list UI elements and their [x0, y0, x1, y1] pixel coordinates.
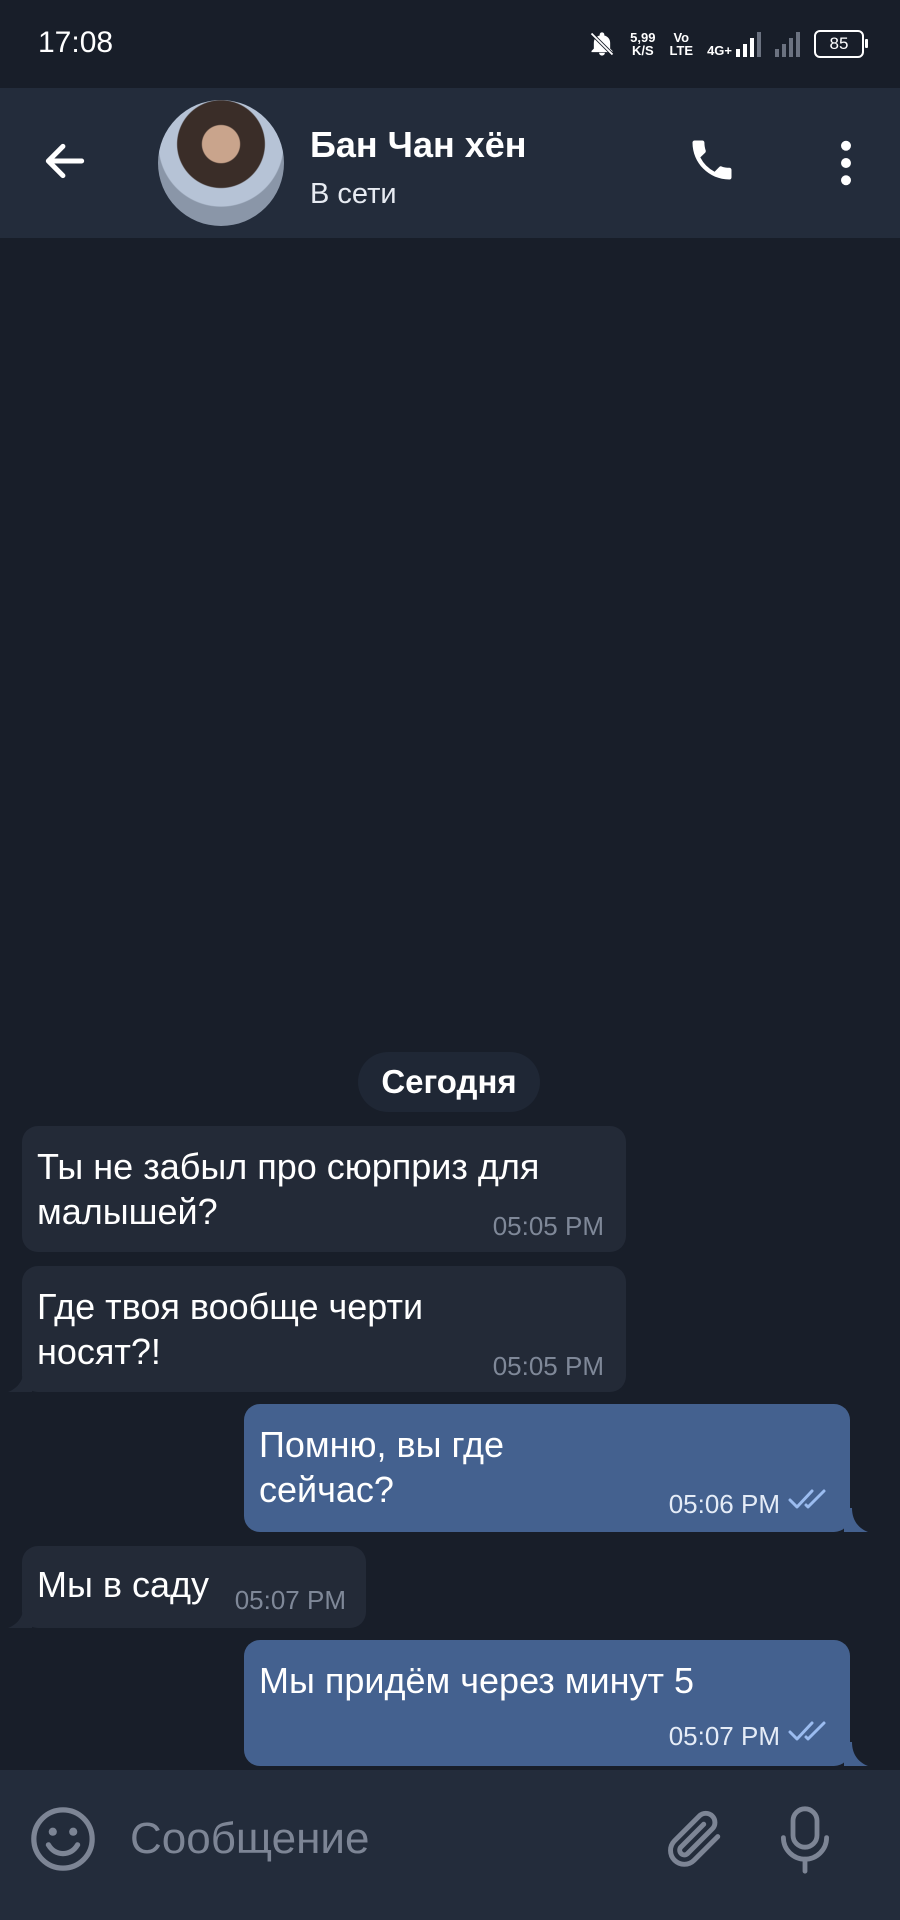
volte-bottom: LTE	[669, 43, 694, 58]
message-line: носят?!	[37, 1331, 161, 1372]
message-composer: Сообщение	[0, 1770, 900, 1920]
status-bar: 17:08 5,99 K/S Vo LTE 4G+ 85	[0, 0, 900, 88]
signal-bars-icon	[736, 31, 761, 57]
status-time: 17:08	[38, 26, 114, 59]
message-bubble-outgoing[interactable]: Мы придём через минут 5 05:07 PM	[244, 1640, 868, 1766]
battery-level: 85	[829, 34, 849, 53]
message-line: Мы придём через минут 5	[259, 1660, 695, 1701]
phone-icon[interactable]	[686, 134, 738, 186]
signal-bars-2-icon	[775, 31, 800, 57]
bubble-tail	[844, 1742, 868, 1766]
double-check-icon	[788, 1489, 826, 1509]
message-time: 05:05 PM	[492, 1211, 604, 1241]
message-time: 05:06 PM	[668, 1489, 780, 1519]
message-time: 05:05 PM	[492, 1351, 604, 1381]
volte-indicator: Vo LTE	[669, 31, 693, 57]
more-vertical-icon[interactable]	[834, 140, 858, 186]
smiley-icon[interactable]	[28, 1804, 98, 1874]
date-separator: Сегодня	[358, 1052, 540, 1112]
message-bubble-outgoing[interactable]: Помню, вы где сейчас? 05:06 PM	[244, 1404, 868, 1532]
message-text: Мы в саду	[37, 1562, 209, 1607]
avatar[interactable]	[158, 100, 284, 226]
message-bubble-incoming[interactable]: Мы в саду 05:07 PM	[8, 1546, 366, 1628]
message-bubble-incoming[interactable]: Ты не забыл про сюрприз для малышей? 05:…	[22, 1126, 626, 1252]
message-text: Где твоя вообще черти носят?!	[37, 1284, 423, 1374]
arrow-left-icon[interactable]	[40, 136, 90, 186]
message-line: Мы в саду	[37, 1564, 210, 1605]
message-text: Помню, вы где сейчас?	[259, 1422, 504, 1512]
bubble-tail	[844, 1508, 868, 1532]
message-line: Где твоя вообще черти	[37, 1286, 424, 1327]
microphone-icon[interactable]	[776, 1804, 834, 1876]
signal-1: 4G+	[707, 31, 761, 57]
double-check-icon	[788, 1721, 826, 1741]
presence-status: В сети	[310, 178, 397, 210]
network-speed: 5,99 K/S	[630, 31, 655, 57]
message-time: 05:07 PM	[234, 1585, 346, 1615]
bubble-tail	[8, 1368, 32, 1392]
network-type: 4G+	[707, 43, 732, 58]
message-time: 05:07 PM	[668, 1721, 780, 1751]
status-icons: 5,99 K/S Vo LTE 4G+ 85	[588, 26, 868, 62]
bubble-tail	[8, 1604, 32, 1628]
message-input[interactable]: Сообщение	[130, 1814, 369, 1864]
contact-name[interactable]: Бан Чан хён	[310, 124, 527, 166]
message-line: малышей?	[37, 1191, 218, 1232]
speed-unit: K/S	[631, 43, 654, 58]
message-text: Мы придём через минут 5	[259, 1658, 694, 1703]
message-line: Ты не забыл про сюрприз для	[37, 1146, 540, 1187]
bell-off-icon	[590, 32, 614, 56]
message-line: Помню, вы где	[259, 1424, 505, 1465]
message-bubble-incoming[interactable]: Где твоя вообще черти носят?! 05:05 PM	[8, 1266, 626, 1392]
battery-icon: 85	[814, 30, 868, 58]
message-line: сейчас?	[259, 1469, 394, 1510]
paperclip-icon[interactable]	[660, 1802, 726, 1874]
chat-header: Бан Чан хён В сети	[0, 88, 900, 238]
message-text: Ты не забыл про сюрприз для малышей?	[37, 1144, 539, 1234]
